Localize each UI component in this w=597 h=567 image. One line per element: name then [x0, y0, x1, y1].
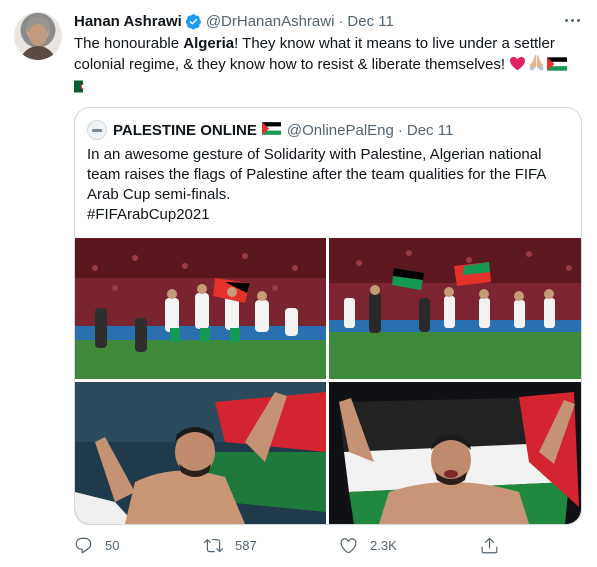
tweet-header: Hanan Ashrawi @DrHananAshrawi · Dec 11	[74, 11, 394, 31]
player-with-flag-photo-1[interactable]	[75, 382, 326, 524]
share-button[interactable]	[480, 534, 511, 556]
quoted-author-name: PALESTINE ONLINE	[113, 121, 257, 139]
like-count: 2.3K	[370, 537, 397, 553]
author-handle[interactable]: @DrHananAshrawi	[206, 13, 335, 30]
quoted-text-body: In an awesome gesture of Solidarity with…	[87, 146, 546, 203]
palestine-flag-icon	[261, 121, 281, 139]
tweet-date[interactable]: Dec 11	[347, 13, 393, 30]
team-celebration-photo-1[interactable]	[75, 238, 326, 379]
retweet-count: 587	[235, 537, 257, 553]
retweet-icon	[204, 538, 223, 552]
reply-icon	[75, 537, 92, 553]
heart-icon	[340, 537, 357, 553]
hashtag-link[interactable]: #FIFArabCup2021	[87, 206, 210, 223]
quoted-tweet-date: Dec 11	[406, 121, 454, 139]
tweet-text: The honourable Algeria! They know what i…	[74, 34, 584, 99]
reply-count: 50	[105, 537, 120, 553]
like-button[interactable]: 2.3K	[339, 534, 397, 556]
retweet-button[interactable]: 587	[204, 534, 257, 556]
quoted-tweet-text: In an awesome gesture of Solidarity with…	[87, 145, 567, 225]
tweet[interactable]: Hanan Ashrawi @DrHananAshrawi · Dec 11 T…	[0, 0, 597, 567]
separator-dot: ·	[397, 121, 403, 139]
palestine-flag-icon	[547, 57, 568, 77]
team-celebration-photo-2[interactable]	[329, 238, 581, 379]
player-with-flag-photo-2[interactable]	[329, 382, 581, 524]
quoted-tweet-header: PALESTINE ONLINE @OnlinePalEng · Dec 11	[87, 120, 454, 140]
algeria-flag-icon	[74, 79, 92, 99]
avatar[interactable]	[14, 12, 62, 60]
more-options-icon[interactable]	[562, 10, 582, 30]
tweet-text-bold: Algeria	[183, 35, 235, 52]
folded-hands-icon	[528, 54, 545, 77]
red-heart-icon	[509, 56, 526, 77]
quoted-avatar[interactable]	[87, 120, 107, 140]
reply-button[interactable]: 50	[74, 534, 119, 556]
quoted-author-handle: @OnlinePalEng	[286, 121, 394, 139]
separator-dot: ·	[338, 12, 344, 30]
media-grid	[75, 238, 581, 524]
share-icon	[481, 537, 498, 553]
tweet-text-part: The honourable	[74, 35, 184, 52]
author-name[interactable]: Hanan Ashrawi	[74, 13, 182, 30]
verified-badge-icon	[185, 13, 202, 30]
quoted-tweet[interactable]: PALESTINE ONLINE @OnlinePalEng · Dec 11 …	[74, 107, 582, 525]
tweet-actions: 50 587 2.3K	[74, 534, 514, 556]
